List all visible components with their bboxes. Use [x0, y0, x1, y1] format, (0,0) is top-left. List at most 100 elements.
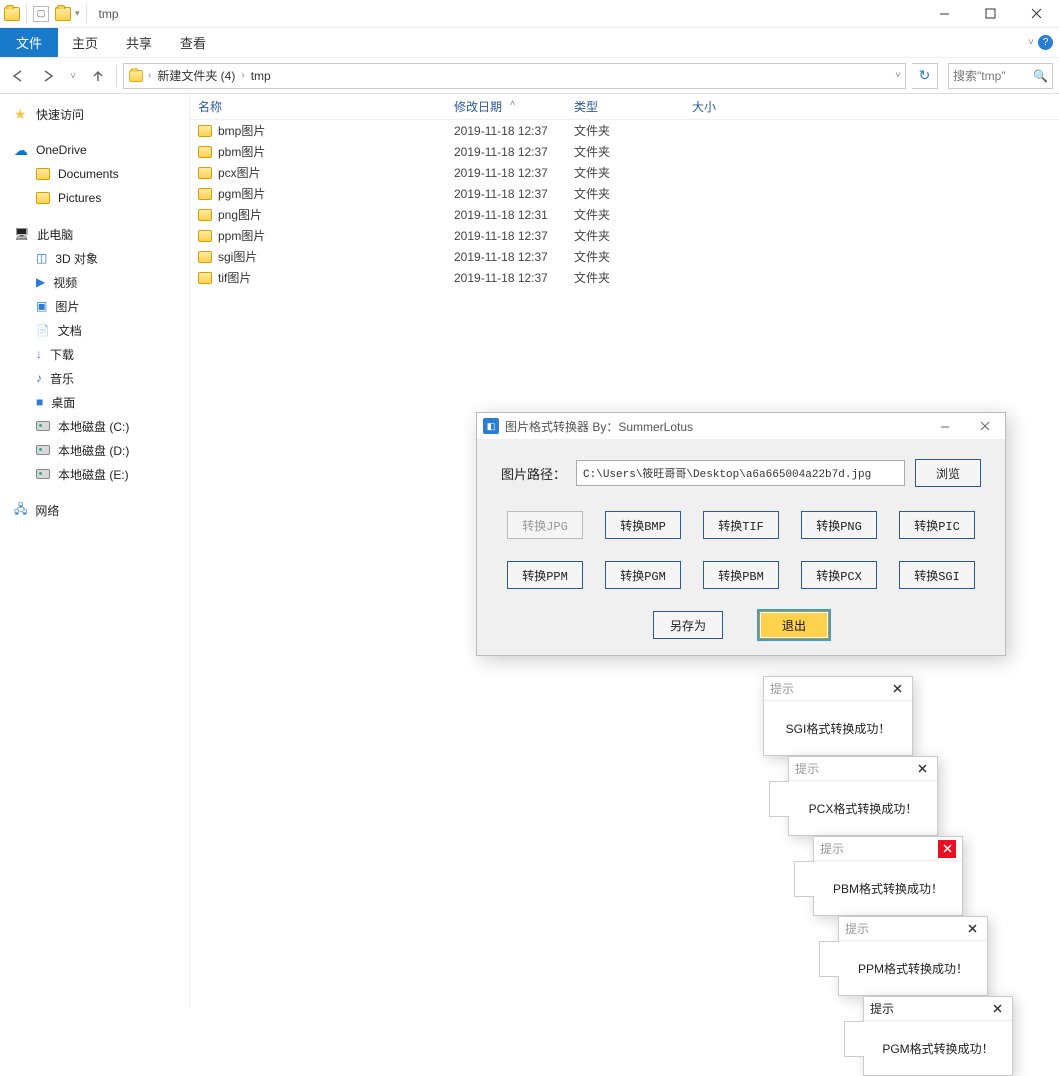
chevron-right-icon[interactable]: › — [148, 70, 151, 81]
message-titlebar[interactable]: 提示 — [764, 677, 912, 701]
search-box[interactable]: 搜索"tmp" 🔍 — [948, 63, 1053, 89]
folder-date: 2019-11-18 12:37 — [446, 124, 566, 138]
message-close-button[interactable] — [938, 840, 956, 858]
chevron-right-icon[interactable]: › — [241, 70, 244, 81]
nav-recent-dropdown[interactable]: ˅ — [66, 64, 80, 88]
ribbon-expand-icon[interactable]: ˅ — [1028, 37, 1034, 48]
minimize-button[interactable] — [921, 0, 967, 28]
folder-row[interactable]: pbm图片2019-11-18 12:37文件夹 — [190, 141, 1059, 162]
folder-name: tif图片 — [218, 269, 251, 286]
exit-button[interactable]: 退出 — [759, 611, 829, 639]
cube-icon — [36, 251, 47, 265]
message-close-button[interactable] — [913, 760, 931, 778]
col-date-header[interactable]: 修改日期 — [446, 98, 566, 115]
breadcrumb-item[interactable]: tmp — [249, 69, 273, 83]
ribbon-view-tab[interactable]: 查看 — [166, 28, 220, 57]
dialog-minimize-button[interactable] — [925, 414, 965, 438]
document-icon — [36, 323, 50, 337]
folder-row[interactable]: ppm图片2019-11-18 12:37文件夹 — [190, 225, 1059, 246]
qat-dropdown-icon[interactable]: ▾ — [75, 8, 80, 19]
folder-name: pbm图片 — [218, 143, 265, 160]
sidebar-label: 快速访问 — [36, 106, 84, 123]
address-bar[interactable]: › 新建文件夹 (4) › tmp ˅ — [123, 63, 906, 89]
sidebar-item-quick-access[interactable]: 快速访问 — [0, 102, 189, 126]
sidebar-label: OneDrive — [36, 143, 87, 157]
sidebar-item-videos[interactable]: 视频 — [0, 270, 189, 294]
ribbon-share-tab[interactable]: 共享 — [112, 28, 166, 57]
sidebar-item-thispc[interactable]: 此电脑 — [0, 222, 189, 246]
col-type-header[interactable]: 类型 — [566, 98, 684, 115]
browse-button[interactable]: 浏览 — [915, 459, 981, 487]
folder-icon — [36, 192, 50, 204]
sidebar-item-documents[interactable]: Documents — [0, 162, 189, 186]
message-close-button[interactable] — [963, 920, 981, 938]
sidebar-item-downloads[interactable]: 下载 — [0, 342, 189, 366]
maximize-button[interactable] — [967, 0, 1013, 28]
folder-row[interactable]: sgi图片2019-11-18 12:37文件夹 — [190, 246, 1059, 267]
sidebar-item-images[interactable]: 图片 — [0, 294, 189, 318]
folder-row[interactable]: pcx图片2019-11-18 12:37文件夹 — [190, 162, 1059, 183]
convert-button-ppm[interactable]: 转换PPM — [507, 561, 583, 589]
convert-button-sgi[interactable]: 转换SGI — [899, 561, 975, 589]
converter-dialog: ◧ 图片格式转换器 By：SummerLotus 图片路径： 浏览 转换JPG转… — [476, 412, 1006, 656]
col-size-header[interactable]: 大小 — [684, 98, 784, 115]
sidebar-item-pictures[interactable]: Pictures — [0, 186, 189, 210]
message-text: PGM格式转换成功！ — [864, 1021, 1012, 1075]
sidebar-item-drive-d[interactable]: 本地磁盘 (D:) — [0, 438, 189, 462]
folder-row[interactable]: png图片2019-11-18 12:31文件夹 — [190, 204, 1059, 225]
message-text: PBM格式转换成功！ — [814, 861, 962, 915]
convert-button-pgm[interactable]: 转换PGM — [605, 561, 681, 589]
convert-button-png[interactable]: 转换PNG — [801, 511, 877, 539]
ribbon-file-tab[interactable]: 文件 — [0, 28, 58, 57]
sidebar-item-network[interactable]: 网络 — [0, 498, 189, 522]
sidebar-item-drive-e[interactable]: 本地磁盘 (E:) — [0, 462, 189, 486]
message-title: 提示 — [870, 1000, 894, 1017]
path-input[interactable] — [576, 460, 905, 486]
folder-icon — [198, 230, 212, 242]
col-name-header[interactable]: 名称˄ — [190, 98, 446, 115]
dialog-titlebar[interactable]: ◧ 图片格式转换器 By：SummerLotus — [477, 413, 1005, 439]
sidebar-item-onedrive[interactable]: OneDrive — [0, 138, 189, 162]
nav-up-button[interactable] — [86, 64, 110, 88]
nav-forward-button[interactable] — [36, 64, 60, 88]
folder-icon — [198, 146, 212, 158]
saveas-button[interactable]: 另存为 — [653, 611, 723, 639]
convert-button-pic[interactable]: 转换PIC — [899, 511, 975, 539]
message-box: 提示PCX格式转换成功！ — [788, 756, 938, 836]
message-titlebar[interactable]: 提示 — [814, 837, 962, 861]
convert-button-pcx[interactable]: 转换PCX — [801, 561, 877, 589]
address-folder-icon — [129, 70, 143, 82]
breadcrumb-item[interactable]: 新建文件夹 (4) — [155, 67, 237, 84]
close-button[interactable] — [1013, 0, 1059, 28]
message-titlebar[interactable]: 提示 — [864, 997, 1012, 1021]
folder-row[interactable]: bmp图片2019-11-18 12:37文件夹 — [190, 120, 1059, 141]
help-icon[interactable]: ? — [1038, 35, 1053, 50]
message-titlebar[interactable]: 提示 — [789, 757, 937, 781]
sidebar-item-3d[interactable]: 3D 对象 — [0, 246, 189, 270]
sidebar-item-docs[interactable]: 文档 — [0, 318, 189, 342]
sidebar-item-music[interactable]: 音乐 — [0, 366, 189, 390]
folder-icon — [198, 251, 212, 263]
convert-button-pbm[interactable]: 转换PBM — [703, 561, 779, 589]
star-icon — [14, 107, 28, 121]
qat-properties-icon[interactable]: ▢ — [33, 6, 49, 22]
folder-row[interactable]: tif图片2019-11-18 12:37文件夹 — [190, 267, 1059, 288]
convert-button-tif[interactable]: 转换TIF — [703, 511, 779, 539]
sidebar-item-drive-c[interactable]: 本地磁盘 (C:) — [0, 414, 189, 438]
folder-type: 文件夹 — [566, 122, 684, 139]
sort-indicator-icon: ˄ — [510, 98, 515, 108]
dialog-close-button[interactable] — [965, 414, 1005, 438]
explorer-titlebar: ▢ ▾ tmp — [0, 0, 1059, 28]
folder-row[interactable]: pgm图片2019-11-18 12:37文件夹 — [190, 183, 1059, 204]
message-titlebar[interactable]: 提示 — [839, 917, 987, 941]
nav-sidebar: 快速访问 OneDrive Documents Pictures 此电脑 3D … — [0, 94, 190, 1008]
ribbon-home-tab[interactable]: 主页 — [58, 28, 112, 57]
message-close-button[interactable] — [988, 1000, 1006, 1018]
convert-button-bmp[interactable]: 转换BMP — [605, 511, 681, 539]
address-dropdown-icon[interactable]: ˅ — [895, 70, 901, 81]
message-close-button[interactable] — [888, 680, 906, 698]
folder-open-icon[interactable] — [55, 7, 71, 21]
refresh-button[interactable]: ↻ — [912, 63, 938, 89]
nav-back-button[interactable] — [6, 64, 30, 88]
sidebar-item-desktop[interactable]: 桌面 — [0, 390, 189, 414]
